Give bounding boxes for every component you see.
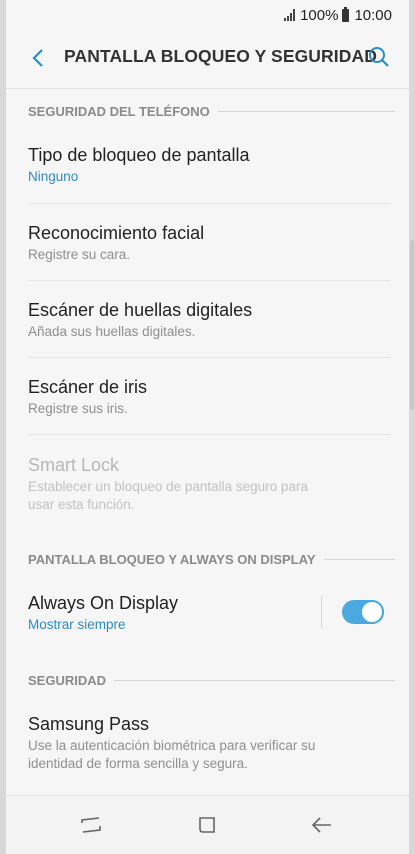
search-icon [369,47,389,67]
setting-subtitle: Registre su cara. [28,247,131,262]
setting-fingerprint-scanner[interactable]: Escáner de huellas digitales Añada sus h… [28,299,391,341]
setting-title: Samsung Pass [28,714,150,734]
back-button[interactable] [24,44,52,72]
setting-title: Always On Display [28,593,179,613]
page-title: PANTALLA BLOQUEO Y SEGURIDAD [64,46,377,66]
home-icon [199,817,215,833]
setting-title: Smart Lock [28,455,120,475]
setting-subtitle-line1: Use la autenticación biométrica para ver… [28,738,316,753]
side-key [410,240,414,410]
setting-smart-lock: Smart Lock Establecer un bloqueo de pant… [28,454,391,514]
navigation-bar [6,795,409,854]
battery-icon [342,6,350,22]
arrow-left-icon [311,817,331,833]
section-header-seguridad-telefono: SEGURIDAD DEL TELÉFONO [28,102,395,120]
setting-iris-scanner[interactable]: Escáner de iris Registre sus iris. [28,376,391,418]
setting-title: Escáner de iris [28,377,148,397]
battery-percent: 100% [300,6,339,24]
setting-face-recognition[interactable]: Reconocimiento facial Registre su cara. [28,222,391,264]
search-button[interactable] [365,43,393,71]
setting-subtitle: Añada sus huellas digitales. [28,324,196,339]
header-divider [6,88,409,89]
phone-screen: 100% 10:00 PANTALLA BLOQUEO Y SEGURIDAD … [6,0,409,854]
toggle-knob [360,600,384,624]
always-on-display-toggle[interactable] [342,600,384,624]
status-bar: 100% 10:00 [6,0,409,30]
recent-apps-icon [81,817,101,833]
setting-subtitle: Registre sus iris. [28,401,128,416]
home-button[interactable] [194,812,220,838]
setting-value: Mostrar siempre [28,617,126,632]
setting-samsung-pass[interactable]: Samsung Pass Use la autenticación biomét… [28,713,391,773]
divider [28,280,391,281]
section-header-seguridad: SEGURIDAD [28,671,395,689]
setting-title: Reconocimiento facial [28,223,205,243]
section-header-always-on-display: PANTALLA BLOQUEO Y ALWAYS ON DISPLAY [28,550,395,568]
setting-title: Escáner de huellas digitales [28,300,253,320]
setting-subtitle-line2: identidad de forma sencilla y segura. [28,756,248,771]
setting-subtitle-line2: usar esta función. [28,497,135,512]
status-time: 10:00 [354,6,392,24]
recent-apps-button[interactable] [78,812,104,838]
setting-always-on-display[interactable]: Always On Display Mostrar siempre [28,592,319,634]
app-header: PANTALLA BLOQUEO Y SEGURIDAD [6,30,409,84]
setting-subtitle-line1: Establecer un bloqueo de pantalla seguro… [28,479,308,494]
setting-lock-type[interactable]: Tipo de bloqueo de pantalla Ninguno [28,144,391,186]
divider [28,357,391,358]
chevron-left-icon [32,49,43,67]
signal-icon [284,9,296,21]
setting-title: Tipo de bloqueo de pantalla [28,145,250,165]
screen-edge-right [409,0,415,854]
nav-back-button[interactable] [309,812,335,838]
setting-value: Ninguno [28,169,79,184]
divider [28,203,391,204]
toggle-divider [321,595,322,629]
divider [28,434,391,435]
